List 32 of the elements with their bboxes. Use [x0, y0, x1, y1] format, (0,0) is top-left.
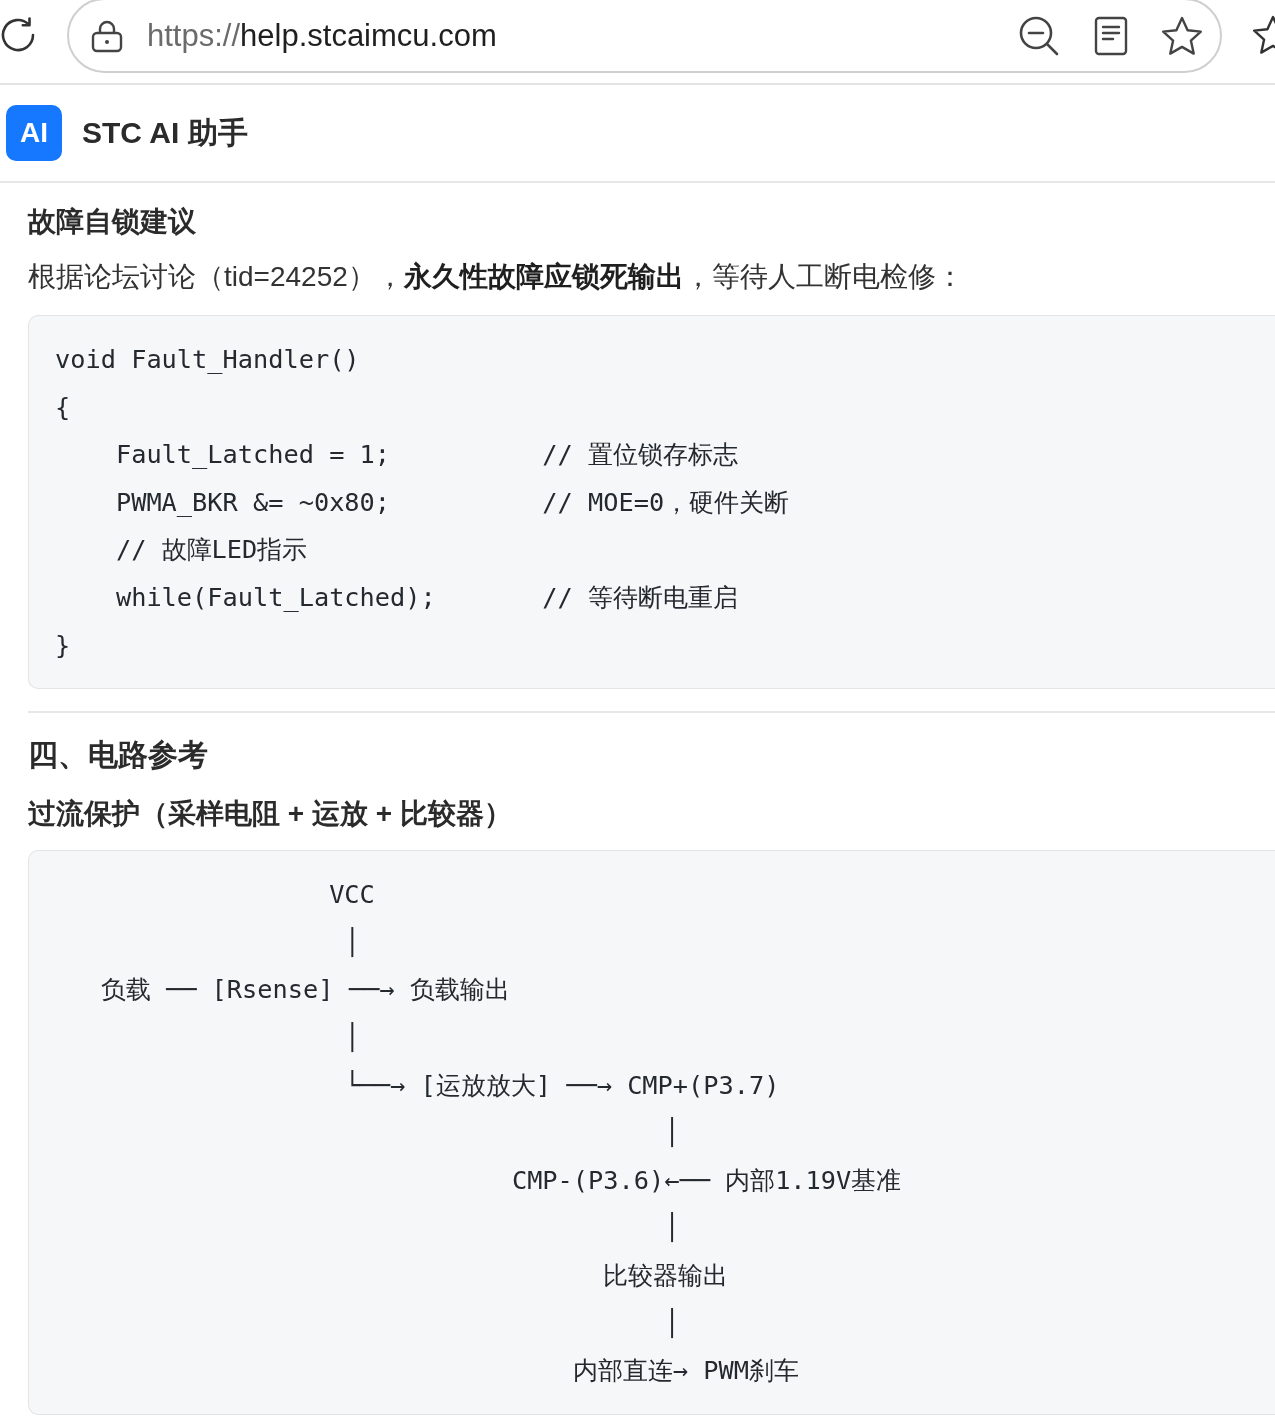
reading-view-icon[interactable]	[1094, 15, 1128, 56]
url-text: https://help.stcaimcu.com	[147, 16, 497, 55]
star-icon[interactable]	[1252, 15, 1275, 55]
code-line: 负载 ── [Rsense] ──→ 负载输出	[100, 974, 510, 1007]
app-title: STC AI 助手	[82, 115, 248, 151]
section-heading: 过流保护（采样电阻 + 运放 + 比较器）	[28, 797, 512, 832]
zoom-out-icon[interactable]	[1019, 15, 1059, 56]
body-text: 根据论坛讨论（tid=24252），永久性故障应锁死输出，等待人工断电检修：	[28, 260, 964, 294]
code-line: │	[664, 1211, 680, 1245]
code-line: CMP-(P3.6)←── 内部1.19V基准	[511, 1164, 902, 1197]
lock-icon[interactable]	[91, 18, 123, 53]
star-icon[interactable]	[1161, 15, 1203, 56]
code-line: └──→ [运放放大] ──→ CMP+(P3.7)	[344, 1069, 780, 1102]
code-line: │	[344, 926, 360, 959]
address-bar[interactable]: https://help.stcaimcu.com	[67, 0, 1222, 73]
section-heading: 四、电路参考	[28, 737, 208, 774]
code-line: {	[55, 391, 71, 424]
app-logo: AI	[6, 105, 62, 161]
code-line: while(Fault_Latched); // 等待断电重启	[115, 581, 739, 614]
code-line: PWMA_BKR &= ~0x80; // MOE=0，硬件关断	[115, 486, 790, 519]
code-line: 内部直连→ PWM刹车	[572, 1355, 799, 1388]
code-line: Fault_Latched = 1; // 置位锁存标志	[115, 439, 739, 472]
code-line: VCC	[329, 879, 375, 912]
code-line: │	[344, 1021, 360, 1054]
code-line: void Fault_Handler()	[55, 344, 360, 376]
code-line: }	[55, 629, 71, 662]
code-line: │	[664, 1307, 680, 1340]
section-heading: 故障自锁建议	[28, 205, 196, 239]
code-line: │	[664, 1116, 680, 1150]
code-line: // 故障LED指示	[115, 534, 308, 567]
reload-icon[interactable]	[0, 17, 36, 53]
code-line: 比较器输出	[603, 1259, 729, 1292]
